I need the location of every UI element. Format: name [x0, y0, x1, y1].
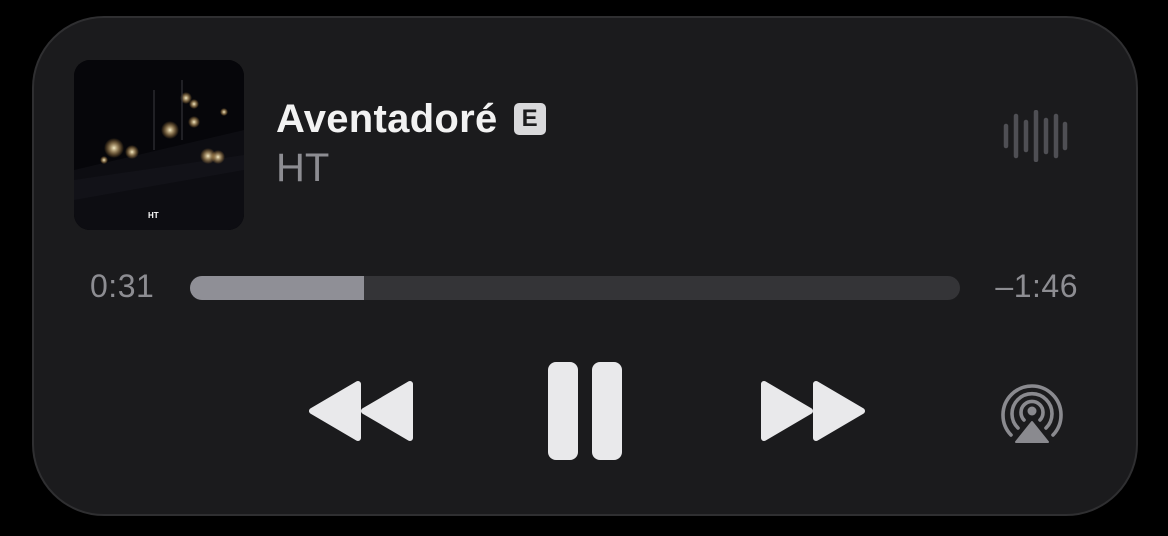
- remaining-time: –1:46: [995, 268, 1078, 304]
- track-title[interactable]: Aventadoré: [276, 97, 498, 142]
- album-artwork-image: HT: [74, 60, 244, 230]
- now-playing-widget: HT Aventadoré E HT 0:31 –1:46: [32, 16, 1138, 516]
- playback-scrubber[interactable]: [190, 276, 960, 300]
- explicit-badge: E: [513, 103, 546, 135]
- fast-forward-button[interactable]: [758, 378, 868, 444]
- waveform-icon: [1002, 109, 1068, 167]
- fast-forward-icon: [761, 381, 865, 441]
- track-title-row: Aventadoré E: [276, 94, 546, 144]
- artist-name[interactable]: HT: [276, 146, 329, 191]
- elapsed-time: 0:31: [90, 268, 155, 304]
- pause-button[interactable]: [546, 360, 624, 462]
- airplay-audio-icon: [1001, 384, 1063, 443]
- rewind-button[interactable]: [306, 378, 416, 444]
- artwork-logo: HT: [148, 211, 159, 220]
- airplay-button[interactable]: [998, 378, 1066, 446]
- pause-icon: [548, 362, 622, 460]
- album-artwork[interactable]: HT: [74, 60, 244, 230]
- rewind-icon: [309, 381, 413, 441]
- playback-progress-fill: [190, 276, 365, 300]
